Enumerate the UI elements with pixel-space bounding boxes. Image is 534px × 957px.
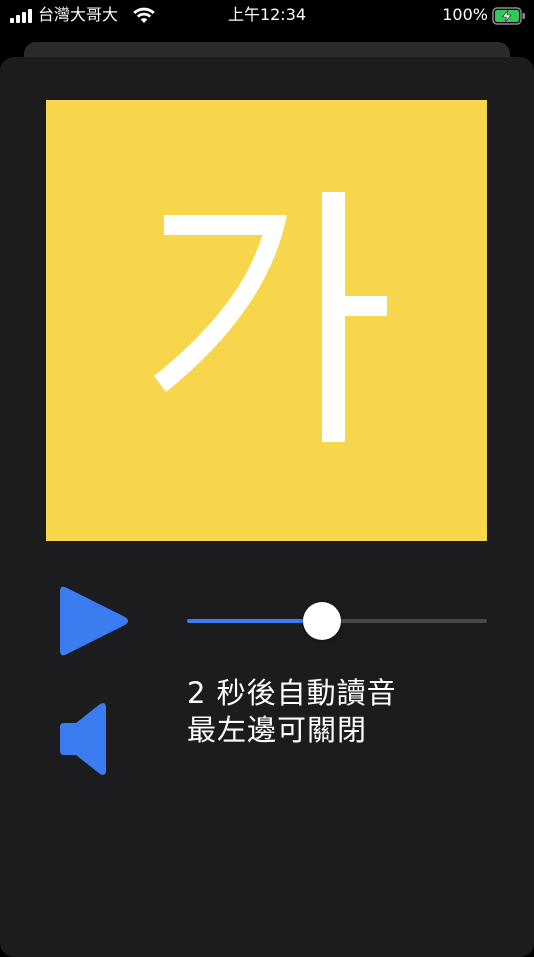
speaker-icon [60, 703, 106, 775]
status-bar: 台灣大哥大 上午12:34 100% [0, 0, 534, 32]
flashcard[interactable]: 가 [46, 100, 487, 541]
play-button[interactable] [56, 584, 132, 658]
play-icon [60, 586, 128, 656]
auto-play-hint: 2 秒後自動讀音 最左邊可關閉 [187, 675, 507, 749]
speaker-button[interactable] [58, 703, 110, 775]
hint-line-1: 2 秒後自動讀音 [187, 676, 397, 710]
hint-line-2: 最左邊可關閉 [187, 713, 368, 747]
battery-percent: 100% [442, 5, 488, 24]
slider-thumb[interactable] [303, 602, 341, 640]
slider-fill [187, 619, 322, 623]
hangul-character [154, 192, 387, 442]
auto-play-delay-slider[interactable] [187, 600, 487, 642]
battery-charging-icon [492, 7, 525, 25]
